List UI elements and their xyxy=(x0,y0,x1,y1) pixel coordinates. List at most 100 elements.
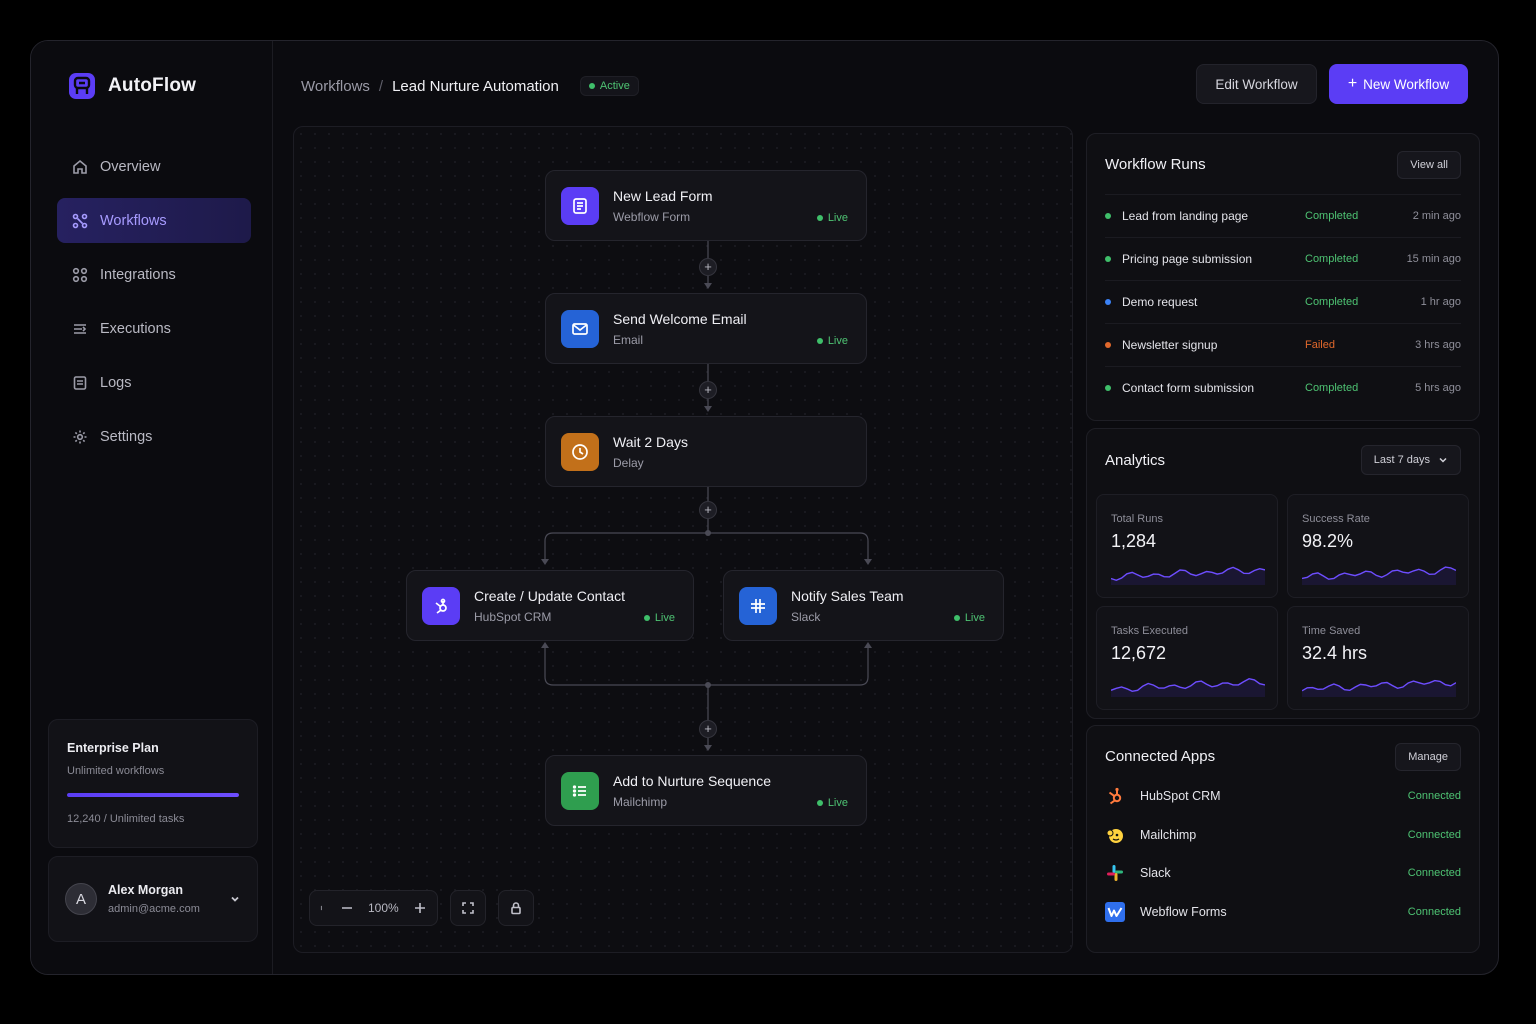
node-status-label: Live xyxy=(654,612,675,624)
workflow-node-create-update-contact[interactable]: Create / Update Contact HubSpot CRM Live xyxy=(406,570,694,641)
sidebar-item-label: Overview xyxy=(100,158,161,175)
runs-list: Lead from landing page Completed 2 min ago… xyxy=(1105,194,1461,409)
apps-list: HubSpot CRM Connected Mailchimp Connecte… xyxy=(1105,777,1461,931)
sidebar-item-integrations[interactable]: Integrations xyxy=(57,252,251,297)
run-row[interactable]: Contact form submission Completed 5 hrs ag… xyxy=(1105,366,1461,409)
zoom-controls: 100% xyxy=(309,890,438,926)
run-status: Completed xyxy=(1305,382,1359,394)
form-icon xyxy=(561,186,599,225)
date-range-value: Last 7 days xyxy=(1373,454,1430,466)
lock-button[interactable] xyxy=(497,890,534,926)
sidebar-item-settings[interactable]: Settings xyxy=(57,414,251,459)
workflow-node-add-to-nurture-sequence[interactable]: Add to Nurture Sequence Mailchimp Live xyxy=(545,755,867,826)
plan-subtitle: Unlimited workflows xyxy=(67,765,165,777)
stat-card-time-saved: Time Saved 32.4 hrs xyxy=(1287,606,1469,710)
new-workflow-label: New Workflow xyxy=(1363,76,1450,92)
breadcrumb-workflows-link[interactable]: Workflows xyxy=(301,78,370,95)
node-title: Wait 2 Days xyxy=(613,433,688,450)
slack-logo-icon xyxy=(1105,863,1125,883)
run-status-dot xyxy=(1105,299,1111,305)
add-step-button[interactable]: + xyxy=(699,258,717,276)
drag-handle-icon[interactable] xyxy=(320,901,326,915)
sidebar-item-executions[interactable]: Executions xyxy=(57,306,251,351)
add-step-button[interactable]: + xyxy=(699,720,717,738)
canvas-toolbar: 100% xyxy=(309,890,534,926)
run-status: Completed xyxy=(1305,253,1359,265)
node-title: Create / Update Contact xyxy=(474,587,625,604)
app-row-webflow[interactable]: Webflow Forms Connected xyxy=(1105,893,1461,932)
chevron-down-icon[interactable] xyxy=(229,893,241,905)
app-name: HubSpot CRM xyxy=(1140,789,1221,804)
node-status-label: Live xyxy=(964,612,985,624)
app-row-hubspot[interactable]: HubSpot CRM Connected xyxy=(1105,777,1461,816)
run-row[interactable]: Lead from landing page Completed 2 min ago xyxy=(1105,194,1461,237)
app-status: Connected xyxy=(1407,790,1461,803)
workflow-node-send-welcome-email[interactable]: Send Welcome Email Email Live xyxy=(545,293,867,364)
stat-label: Total Runs xyxy=(1111,513,1163,525)
sidebar-item-workflows[interactable]: Workflows xyxy=(57,198,251,243)
edit-workflow-button[interactable]: Edit Workflow xyxy=(1196,64,1317,104)
add-step-button[interactable]: + xyxy=(699,501,717,519)
node-status: Live xyxy=(816,335,848,347)
zoom-in-icon[interactable] xyxy=(413,901,427,915)
stat-value: 32.4 hrs xyxy=(1302,643,1368,663)
node-title: Add to Nurture Sequence xyxy=(613,772,771,789)
node-text: Create / Update Contact HubSpot CRM xyxy=(474,588,625,624)
workflow-icon xyxy=(72,213,88,228)
clock-icon xyxy=(561,432,599,471)
node-status-label: Live xyxy=(827,797,848,809)
run-row[interactable]: Newsletter signup Failed 3 hrs ago xyxy=(1105,323,1461,366)
stat-label: Time Saved xyxy=(1302,625,1361,637)
node-subtitle: HubSpot CRM xyxy=(474,609,552,624)
sparkline-area xyxy=(1111,567,1265,585)
run-name: Contact form submission xyxy=(1122,381,1255,395)
sparkline xyxy=(1302,566,1456,585)
run-row[interactable]: Demo request Completed 1 hr ago xyxy=(1105,280,1461,323)
stat-label: Tasks Executed xyxy=(1111,625,1189,637)
workflow-node-notify-sales-team[interactable]: Notify Sales Team Slack Live xyxy=(723,570,1004,641)
grid-icon xyxy=(72,267,88,282)
run-status: Failed xyxy=(1305,339,1335,351)
sidebar-item-label: Executions xyxy=(100,320,171,337)
status-badge-label: Active xyxy=(599,80,630,92)
view-all-button[interactable]: View all xyxy=(1397,151,1461,179)
workflow-canvas[interactable]: + + + + New Lead Form Webflow Form Live … xyxy=(293,126,1073,953)
connected-apps-panel: Connected Apps Manage HubSpot CRM Connec… xyxy=(1086,725,1480,953)
run-time: 15 min ago xyxy=(1406,253,1461,265)
node-text: Add to Nurture Sequence Mailchimp xyxy=(613,773,771,809)
user-name: Alex Morgan xyxy=(108,883,184,897)
app-name: Webflow Forms xyxy=(1140,904,1227,919)
app-row-mailchimp[interactable]: Mailchimp Connected xyxy=(1105,816,1461,855)
run-status-dot xyxy=(1105,385,1111,391)
workflow-node-new-lead-form[interactable]: New Lead Form Webflow Form Live xyxy=(545,170,867,241)
workflow-node-wait-2-days[interactable]: Wait 2 Days Delay xyxy=(545,416,867,487)
app-row-slack[interactable]: Slack Connected xyxy=(1105,854,1461,893)
node-title: Send Welcome Email xyxy=(613,310,747,327)
manage-apps-button[interactable]: Manage xyxy=(1395,743,1461,771)
list-icon xyxy=(561,771,599,810)
zoom-out-icon[interactable] xyxy=(340,901,354,915)
node-subtitle: Mailchimp xyxy=(613,794,668,809)
fit-view-button[interactable] xyxy=(449,890,486,926)
analytics-panel: Analytics Last 7 days Total Runs 1,284 S… xyxy=(1086,428,1480,719)
node-subtitle: Email xyxy=(613,332,644,347)
logo[interactable]: AutoFlow xyxy=(68,72,196,100)
sidebar-item-label: Workflows xyxy=(100,212,167,229)
stat-value: 98.2% xyxy=(1302,531,1354,551)
run-row[interactable]: Pricing page submission Completed 15 min a… xyxy=(1105,237,1461,280)
date-range-select[interactable]: Last 7 days xyxy=(1360,445,1461,475)
run-status-dot xyxy=(1105,342,1111,348)
add-step-button[interactable]: + xyxy=(699,381,717,399)
page-title: Lead Nurture Automation xyxy=(392,77,559,95)
analytics-title: Analytics xyxy=(1105,452,1166,469)
sparkline xyxy=(1111,566,1265,585)
node-title: New Lead Form xyxy=(613,187,713,204)
chevron-down-icon xyxy=(1439,457,1447,463)
sidebar-item-logs[interactable]: Logs xyxy=(57,360,251,405)
new-workflow-button[interactable]: + New Workflow xyxy=(1329,64,1468,104)
user-menu[interactable]: A Alex Morgan admin@acme.com xyxy=(48,856,258,942)
sidebar-item-overview[interactable]: Overview xyxy=(57,144,251,189)
sidebar: AutoFlow Overview Workflows Integrations… xyxy=(31,41,273,974)
webflow-logo-icon xyxy=(1105,901,1125,922)
plan-progress-fill xyxy=(67,793,239,797)
